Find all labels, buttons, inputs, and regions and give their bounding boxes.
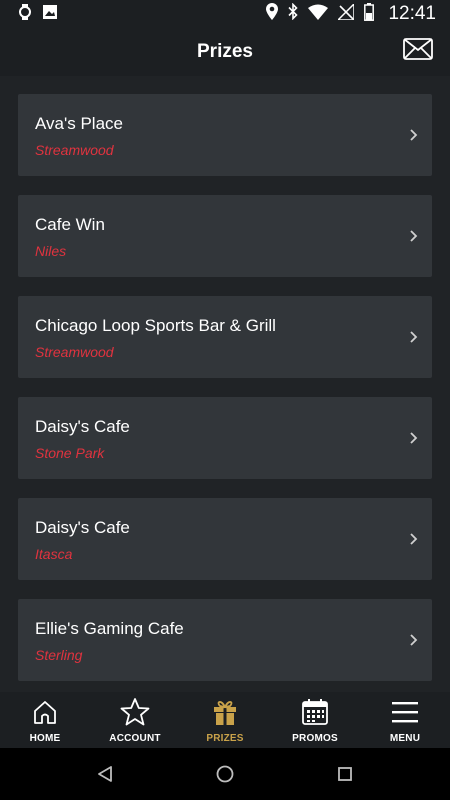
prize-city: Itasca: [35, 546, 73, 562]
nav-label: PROMOS: [292, 733, 338, 744]
chevron-right-icon: [410, 129, 418, 141]
hamburger-icon: [390, 697, 420, 727]
status-left: [18, 3, 58, 25]
bottom-nav: HOME ACCOUNT PRIZES PROMOS MENU: [0, 692, 450, 748]
home-system-button[interactable]: [214, 763, 236, 785]
back-triangle-icon: [98, 766, 112, 782]
chevron-right-icon: [410, 634, 418, 646]
nav-account[interactable]: ACCOUNT: [90, 692, 180, 748]
prize-list[interactable]: Ava's Place Streamwood Cafe Win Niles Ch…: [0, 76, 450, 692]
battery-icon: [364, 2, 375, 26]
nav-menu[interactable]: MENU: [360, 692, 450, 748]
gift-icon: [210, 697, 240, 727]
prize-name: Cafe Win: [35, 215, 105, 234]
recents-square-icon: [338, 767, 352, 781]
prize-city: Streamwood: [35, 142, 114, 158]
prize-city: Sterling: [35, 647, 83, 663]
prize-name: Chicago Loop Sports Bar & Grill: [35, 316, 276, 335]
nav-label: HOME: [29, 733, 61, 744]
location-icon: [266, 3, 279, 25]
prize-city: Streamwood: [35, 344, 114, 360]
nav-prizes[interactable]: PRIZES: [180, 692, 270, 748]
prize-name: Daisy's Cafe: [35, 518, 130, 537]
prize-card[interactable]: Cafe Win Niles: [18, 195, 432, 277]
chevron-right-icon: [410, 432, 418, 444]
status-right: 12:41: [266, 1, 436, 26]
prize-card[interactable]: Ava's Place Streamwood: [18, 94, 432, 176]
prize-card[interactable]: Daisy's Cafe Stone Park: [18, 397, 432, 479]
chevron-right-icon: [410, 331, 418, 343]
wifi-icon: [308, 4, 329, 25]
system-nav-bar: [0, 748, 450, 800]
envelope-icon: [403, 37, 433, 65]
prize-card[interactable]: Chicago Loop Sports Bar & Grill Streamwo…: [18, 296, 432, 378]
prize-name: Ellie's Gaming Cafe: [35, 619, 184, 638]
nav-label: PRIZES: [206, 733, 244, 744]
page-title: Prizes: [197, 41, 253, 62]
recents-button[interactable]: [334, 763, 356, 785]
back-button[interactable]: [94, 763, 116, 785]
chevron-right-icon: [410, 230, 418, 242]
image-icon: [42, 4, 58, 25]
prize-card[interactable]: Daisy's Cafe Itasca: [18, 498, 432, 580]
chevron-right-icon: [410, 533, 418, 545]
prize-city: Niles: [35, 243, 67, 259]
home-icon: [30, 697, 60, 727]
home-circle-icon: [216, 765, 234, 783]
status-time: 12:41: [388, 3, 436, 24]
bluetooth-icon: [288, 2, 299, 25]
no-signal-icon: [336, 1, 356, 25]
watch-icon: [18, 3, 32, 25]
nav-label: ACCOUNT: [109, 733, 161, 744]
prize-card[interactable]: Ellie's Gaming Cafe Sterling: [18, 599, 432, 681]
nav-promos[interactable]: PROMOS: [270, 692, 360, 748]
status-bar: 12:41: [0, 0, 450, 28]
prize-name: Daisy's Cafe: [35, 417, 130, 436]
prize-name: Ava's Place: [35, 114, 123, 133]
star-icon: [120, 697, 150, 727]
prize-city: Stone Park: [35, 445, 105, 461]
nav-label: MENU: [389, 733, 421, 744]
app-header: Prizes: [0, 28, 450, 76]
calendar-icon: [300, 697, 330, 727]
nav-home[interactable]: HOME: [0, 692, 90, 748]
inbox-button[interactable]: [402, 37, 434, 65]
